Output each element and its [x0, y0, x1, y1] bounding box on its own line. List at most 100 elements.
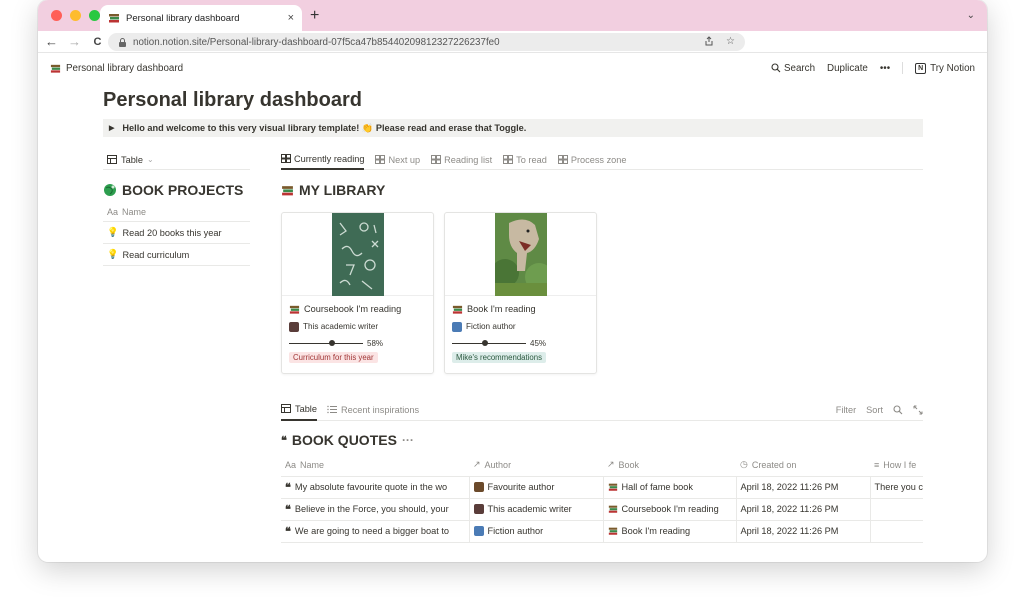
browser-tab-title: Personal library dashboard: [126, 12, 240, 24]
quote-created: April 18, 2022 11:26 PM: [740, 526, 839, 536]
tab-table[interactable]: Table: [281, 399, 317, 421]
tab-reading-list[interactable]: Reading list: [431, 150, 492, 170]
books-icon: [50, 64, 61, 73]
projects-column-name[interactable]: Aa Name: [103, 202, 250, 222]
search-label: Search: [783, 62, 816, 74]
author-avatar: [473, 482, 484, 492]
column-header-author[interactable]: ↗ Author: [469, 454, 603, 477]
gallery-card[interactable]: Book I'm reading Fiction author 45% Mike…: [444, 212, 597, 374]
forward-arrow-icon[interactable]: →: [63, 34, 86, 49]
expand-icon[interactable]: [913, 405, 923, 415]
search-icon[interactable]: [893, 404, 903, 415]
tab-next-up[interactable]: Next up: [375, 150, 420, 170]
minimize-window-button[interactable]: [70, 10, 81, 21]
quote-book[interactable]: Coursebook I'm reading: [622, 504, 719, 514]
projects-view-switcher[interactable]: Table ⌄: [103, 150, 250, 170]
zoom-window-button[interactable]: [89, 10, 100, 21]
table-row[interactable]: ❝ Believe in the Force, you should, your …: [281, 498, 923, 521]
quote-author[interactable]: This academic writer: [488, 504, 572, 514]
quote-author[interactable]: Fiction author: [488, 526, 544, 536]
gallery-icon: [431, 155, 442, 164]
tab-label: Currently reading: [294, 153, 365, 164]
tab-process-zone[interactable]: Process zone: [557, 150, 627, 170]
toggle-text: Hello and welcome to this very visual li…: [122, 122, 527, 133]
reload-icon[interactable]: C: [86, 36, 109, 48]
library-title[interactable]: MY LIBRARY: [281, 180, 923, 200]
column-label: Book: [618, 459, 640, 470]
quote-name: Believe in the Force, you should, your: [294, 504, 449, 514]
quotes-table: Aa Name ↗ Author ↗ Book ◷ Created on ≡ How I …: [281, 454, 923, 543]
status-badge: Curriculum for this year: [289, 352, 378, 363]
quote-book[interactable]: Hall of fame book: [622, 482, 694, 492]
breadcrumb[interactable]: Personal library dashboard: [50, 63, 183, 74]
close-tab-icon[interactable]: ×: [288, 12, 294, 24]
list-item[interactable]: 💡 Read curriculum: [103, 244, 250, 266]
card-title-text: Coursebook I'm reading: [304, 304, 402, 314]
gallery-icon: [281, 154, 291, 163]
quote-author[interactable]: Favourite author: [488, 482, 555, 492]
more-options-icon[interactable]: •••: [880, 63, 890, 74]
projects-column-label: Name: [122, 206, 147, 217]
reading-progress: 45%: [452, 337, 589, 349]
card-author[interactable]: Fiction author: [452, 320, 589, 333]
toggle-triangle-icon[interactable]: ▶: [109, 124, 114, 132]
tab-list-chevron-icon[interactable]: ⌄: [967, 10, 975, 21]
column-header-name[interactable]: Aa Name: [281, 454, 469, 477]
site-info-icon[interactable]: [118, 37, 127, 47]
browser-tab[interactable]: Personal library dashboard ×: [100, 5, 302, 31]
books-icon: [452, 305, 463, 314]
my-library-database: Currently reading Next up Reading list T…: [281, 150, 923, 374]
tab-to-read[interactable]: To read: [503, 150, 547, 170]
quote-icon: ❝: [285, 502, 291, 516]
gallery-icon: [375, 155, 386, 164]
share-icon[interactable]: [704, 35, 714, 49]
tab-currently-reading[interactable]: Currently reading: [281, 150, 365, 170]
search-icon: [771, 63, 781, 73]
page-title: Personal library dashboard: [103, 89, 362, 111]
more-options-icon[interactable]: ···: [402, 433, 414, 447]
breadcrumb-title: Personal library dashboard: [66, 62, 184, 74]
divider: [902, 62, 904, 74]
books-icon: [608, 505, 617, 513]
column-header-how-i-feel[interactable]: ≡ How I fe: [870, 454, 923, 477]
gallery-card[interactable]: Coursebook I'm reading This academic wri…: [281, 212, 434, 374]
duplicate-button[interactable]: Duplicate: [827, 63, 868, 74]
back-arrow-icon[interactable]: ←: [40, 34, 63, 49]
search-button[interactable]: Search: [771, 63, 815, 74]
quotes-title[interactable]: ❝ BOOK QUOTES ···: [281, 430, 923, 450]
progress-knob: [482, 340, 489, 346]
project-name: Read 20 books this year: [122, 227, 222, 238]
filter-button[interactable]: Filter: [836, 405, 856, 415]
bookmark-star-icon[interactable]: ☆: [726, 36, 735, 49]
list-item[interactable]: 💡 Read 20 books this year: [103, 222, 250, 244]
books-icon: [289, 305, 300, 314]
table-row[interactable]: ❝ We are going to need a bigger boat to F…: [281, 520, 923, 543]
column-label: Name: [300, 459, 325, 470]
browser-window: Personal library dashboard × + ⌄ ← → C n…: [38, 0, 987, 562]
column-header-created-on[interactable]: ◷ Created on: [736, 454, 870, 477]
card-author-text: Fiction author: [466, 322, 516, 331]
tab-label: Next up: [388, 154, 421, 165]
card-author[interactable]: This academic writer: [289, 320, 426, 333]
quote-icon: ❝: [285, 480, 291, 494]
text-property-icon: Aa: [107, 206, 119, 217]
author-avatar: [473, 504, 484, 514]
tab-recent-inspirations[interactable]: Recent inspirations: [327, 399, 419, 421]
projects-title[interactable]: BOOK PROJECTS: [103, 180, 250, 200]
quotes-view-tabs: Table Recent inspirations Filter Sort: [281, 399, 923, 421]
try-notion-button[interactable]: N Try Notion: [915, 62, 975, 74]
column-header-book[interactable]: ↗ Book: [603, 454, 736, 477]
table-header-row: Aa Name ↗ Author ↗ Book ◷ Created on ≡ How I …: [281, 454, 923, 477]
tab-label: Process zone: [570, 154, 627, 165]
books-icon: [608, 527, 617, 535]
books-icon: [282, 185, 293, 195]
quote-book[interactable]: Book I'm reading: [622, 526, 691, 536]
progress-label: 45%: [530, 338, 547, 348]
url-field[interactable]: notion.notion.site/Personal-library-dash…: [108, 33, 745, 51]
close-window-button[interactable]: [51, 10, 62, 21]
tab-label: To read: [516, 154, 547, 165]
welcome-toggle[interactable]: ▶ Hello and welcome to this very visual …: [103, 119, 923, 137]
table-row[interactable]: ❝ My absolute favourite quote in the wo F…: [281, 476, 923, 499]
sort-button[interactable]: Sort: [866, 405, 883, 415]
new-tab-icon[interactable]: +: [310, 7, 319, 25]
